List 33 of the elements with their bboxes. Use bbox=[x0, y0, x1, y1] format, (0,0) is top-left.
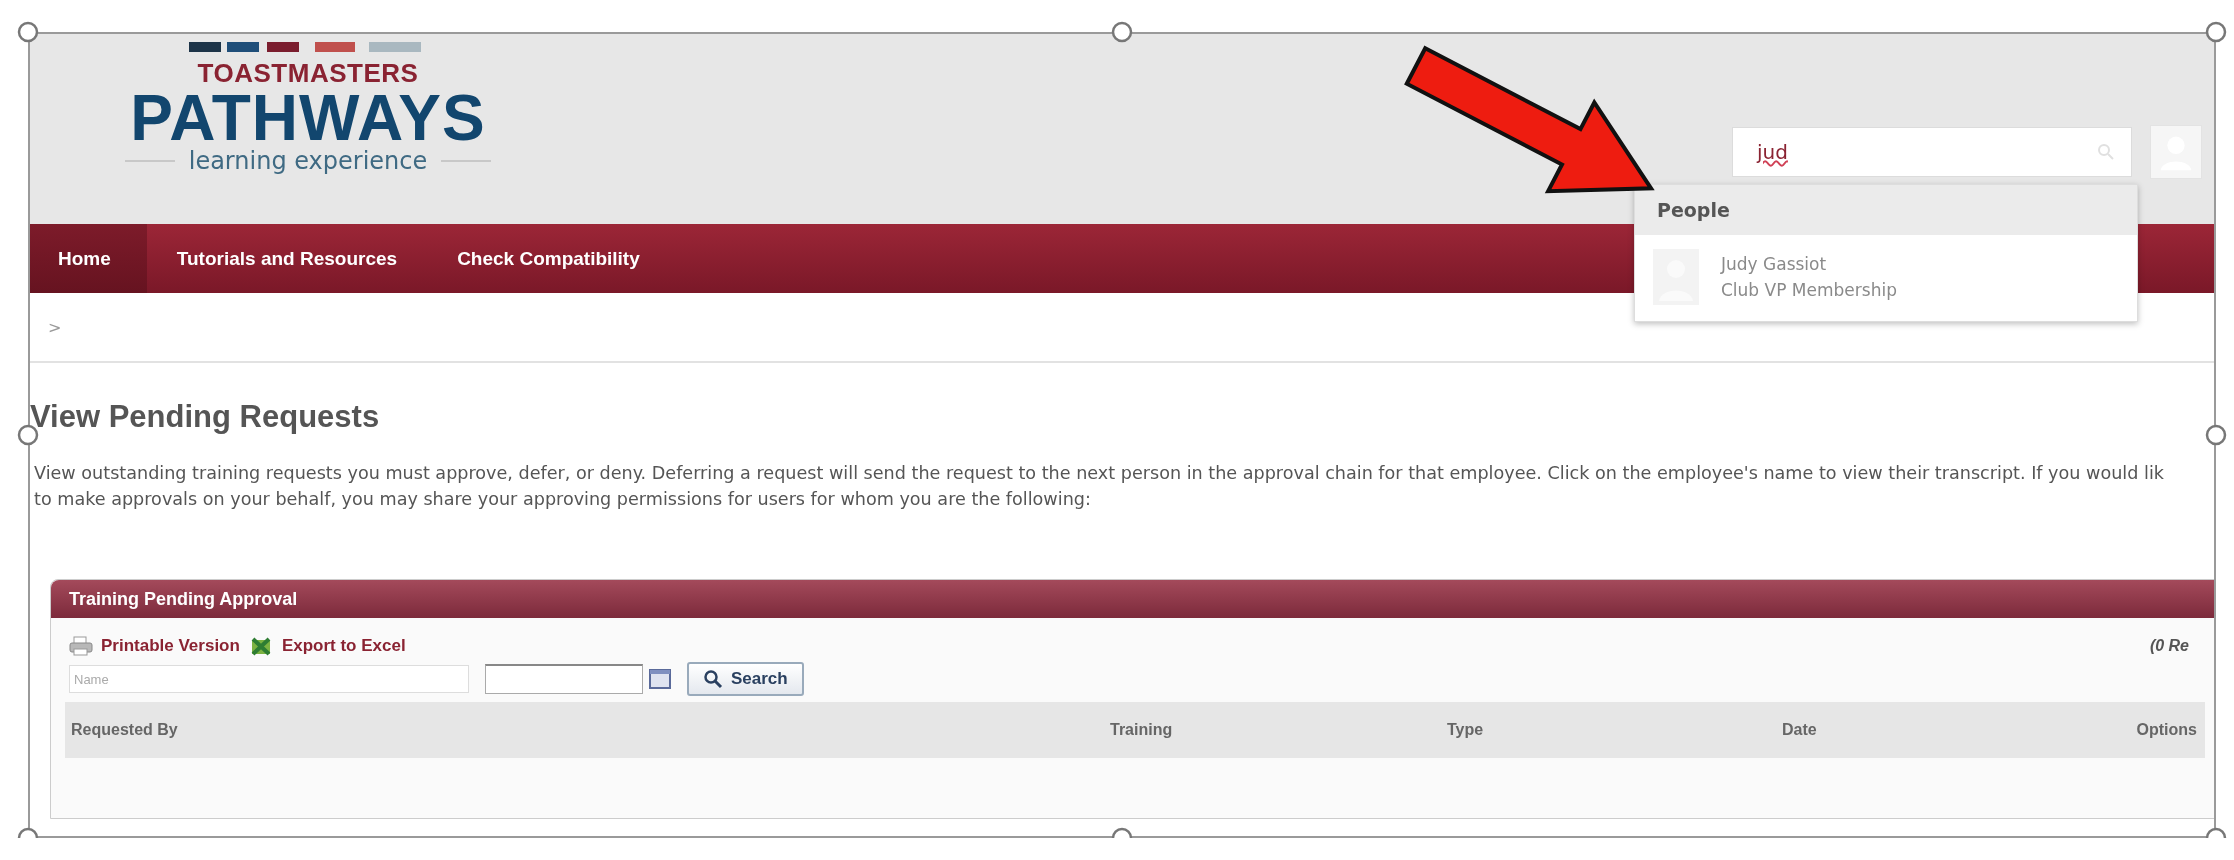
search-icon bbox=[2097, 143, 2115, 161]
resize-handle-icon[interactable] bbox=[2205, 21, 2227, 43]
description-text: View outstanding training requests you must approve, defer, or deny. Deferring a request will send the request to the next person in the approval chain for that employee. Click on the employee's name to view their transcript. If you would lik bbox=[34, 463, 2165, 483]
dropdown-heading: People bbox=[1635, 185, 2137, 235]
search-field[interactable]: jud bbox=[1732, 127, 2132, 177]
column-header: Requested By bbox=[70, 721, 179, 739]
print-link[interactable]: Printable Version bbox=[69, 636, 240, 656]
search-icon bbox=[703, 669, 723, 689]
page-title: View Pending Requests bbox=[30, 399, 381, 435]
export-link[interactable]: Export to Excel bbox=[249, 636, 406, 656]
person-result[interactable]: Judy Gassiot Club VP Membership bbox=[1635, 235, 2137, 321]
nav-tab[interactable]: Check Compatibility bbox=[427, 224, 670, 293]
resize-handle-icon[interactable] bbox=[17, 21, 39, 43]
resize-handle-icon[interactable] bbox=[2205, 424, 2227, 446]
logo-title: PATHWAYS bbox=[130, 89, 486, 147]
column-header: Date bbox=[1782, 721, 1818, 739]
description-text: to make approvals on your behalf, you may share your approving permissions for users for whom you are the following: bbox=[34, 489, 1092, 509]
nav-tab[interactable]: Home bbox=[30, 224, 147, 293]
resize-handle-icon[interactable] bbox=[1111, 21, 1133, 43]
date-field[interactable] bbox=[485, 664, 643, 694]
column-header: Type bbox=[1447, 721, 1485, 739]
record-count: (0 Re bbox=[2149, 637, 2189, 655]
calendar-icon[interactable] bbox=[649, 669, 671, 689]
column-header: Options bbox=[2136, 721, 2198, 739]
panel-header: Training Pending Approval bbox=[51, 580, 2214, 618]
search-button[interactable]: Search bbox=[687, 662, 804, 696]
column-header: Training bbox=[1110, 721, 1174, 739]
person-name: Judy Gassiot bbox=[1721, 254, 1828, 274]
printer-icon bbox=[69, 636, 93, 656]
logo-tagline: learning experience bbox=[188, 147, 428, 175]
logo-brand: TOASTMASTERS bbox=[197, 58, 419, 89]
nav-tab[interactable]: Tutorials and Resources bbox=[146, 224, 428, 293]
person-role: Club VP Membership bbox=[1721, 280, 1897, 300]
